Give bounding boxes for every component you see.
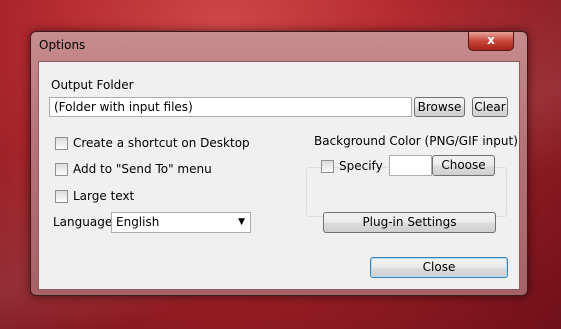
shortcut-label: Create a shortcut on Desktop (73, 136, 250, 150)
clear-button[interactable]: Clear (472, 97, 508, 117)
plugin-settings-label: Plug-in Settings (362, 215, 457, 229)
output-folder-field[interactable]: (Folder with input files) (49, 97, 412, 117)
largetext-checkbox[interactable] (55, 189, 68, 203)
largetext-label: Large text (73, 189, 135, 203)
clear-button-label: Clear (474, 100, 506, 114)
specify-label: Specify (339, 159, 383, 173)
close-button-label: Close (422, 260, 456, 274)
language-label: Language (53, 215, 113, 229)
background-color-group-label: Background Color (PNG/GIF input) (314, 134, 518, 148)
sendto-option[interactable]: Add to "Send To" menu (55, 161, 212, 177)
sendto-label: Add to "Send To" menu (73, 162, 212, 176)
plugin-settings-button[interactable]: Plug-in Settings (323, 212, 496, 233)
language-select[interactable]: English ▼ (111, 212, 251, 233)
close-button[interactable]: Close (370, 257, 508, 278)
specify-option[interactable]: Specify (321, 158, 383, 174)
browse-button[interactable]: Browse (414, 97, 465, 117)
shortcut-checkbox[interactable] (55, 136, 68, 150)
dialog-client-area: Output Folder (Folder with input files) … (38, 61, 520, 290)
window-title: Options (39, 38, 86, 52)
window-close-button[interactable]: x (468, 32, 514, 51)
sendto-checkbox[interactable] (55, 162, 68, 176)
output-folder-label: Output Folder (51, 78, 134, 92)
specify-checkbox[interactable] (321, 159, 334, 173)
shortcut-option[interactable]: Create a shortcut on Desktop (55, 135, 250, 151)
language-selected-value: English (116, 215, 160, 229)
chevron-down-icon: ▼ (238, 217, 245, 227)
browse-button-label: Browse (417, 100, 462, 114)
largetext-option[interactable]: Large text (55, 188, 134, 204)
output-folder-value: (Folder with input files) (54, 100, 193, 114)
choose-button-label: Choose (441, 158, 486, 172)
title-bar[interactable]: Options x (31, 32, 527, 60)
close-icon: x (487, 33, 495, 47)
options-dialog: Options x Output Folder (Folder with inp… (30, 31, 528, 296)
choose-color-button[interactable]: Choose (432, 155, 495, 176)
background-color-field[interactable] (389, 155, 432, 176)
